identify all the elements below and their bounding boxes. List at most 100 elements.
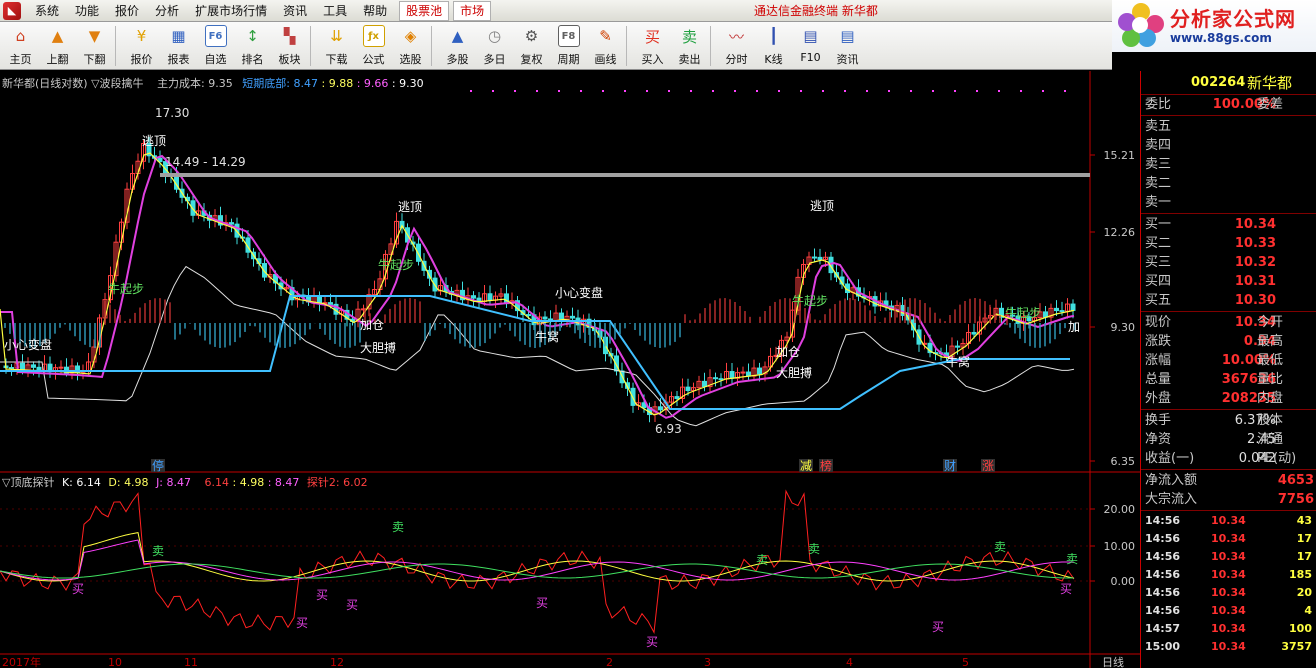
signal-dot	[668, 90, 670, 92]
volume-bar	[289, 323, 291, 347]
toolbar-buy-button[interactable]: 买买入	[634, 22, 671, 68]
rank-icon: ↕	[246, 27, 259, 45]
stat-label-right: 量比	[1257, 372, 1284, 387]
volume-bar	[809, 313, 811, 323]
toolbar-rank-button[interactable]: ↕ 排名	[234, 22, 271, 68]
toolbar-f6-button[interactable]: F6 自选	[197, 22, 234, 68]
tick-price: 10.34	[1211, 514, 1246, 527]
volume-bar	[734, 301, 736, 323]
volume-bar	[164, 299, 166, 323]
stat-row: 涨跌 0.94 最高	[1141, 332, 1316, 351]
f10-icon: ▤	[803, 27, 818, 45]
toolbar-separator	[626, 26, 632, 66]
menu-tab-0[interactable]: 股票池	[399, 0, 450, 21]
buy-signal: 买	[932, 620, 944, 634]
toolbar-adjust-button[interactable]: ⚙ 复权	[513, 22, 550, 68]
candle-body	[526, 314, 531, 317]
candles	[3, 136, 1076, 423]
toolbar-f8-button[interactable]: F8 周期	[550, 22, 587, 68]
toolbar-news-button[interactable]: ▤ 资讯	[829, 22, 866, 68]
probe-value: 探针2: 6.02	[306, 476, 368, 489]
tick-volume: 17	[1296, 550, 1312, 563]
d-repeat: 4.98	[239, 476, 265, 489]
toolbar-multi-day-button[interactable]: ◷ 多日	[476, 22, 513, 68]
menu-item-2[interactable]: 报价	[107, 0, 147, 22]
candle-body	[729, 371, 735, 379]
high-price-label: 17.30	[155, 106, 189, 120]
tick-time: 14:56	[1145, 532, 1181, 545]
tick-volume: 43	[1296, 514, 1312, 527]
candle-body	[812, 256, 817, 259]
toolbar-formula-button[interactable]: ƒx 公式	[355, 22, 392, 68]
buy-label: 买四	[1145, 274, 1172, 289]
volume-bar	[259, 323, 261, 333]
menu-item-6[interactable]: 工具	[315, 0, 355, 22]
f6-icon: F6	[204, 25, 227, 47]
menu-item-1[interactable]: 功能	[67, 0, 107, 22]
menu-tab-1[interactable]: 市场	[453, 0, 492, 21]
volume-bar	[779, 299, 781, 323]
volume-bar	[584, 323, 586, 343]
toolbar-draw-line-button[interactable]: ✎ 画线	[587, 22, 624, 68]
event-label: 榜	[820, 458, 832, 473]
toolbar-label: 板块	[278, 53, 301, 66]
menu-item-7[interactable]: 帮助	[355, 0, 395, 22]
volume-bar	[449, 323, 451, 335]
candle-body	[328, 302, 333, 305]
volume-bar	[269, 323, 271, 343]
tick-price: 10.34	[1211, 622, 1246, 635]
toolbar-select-stock-button[interactable]: ◈ 选股	[392, 22, 429, 68]
toolbar-download-button[interactable]: ⇊ 下载	[318, 22, 355, 68]
toolbar-separator	[310, 26, 316, 66]
signal-label: 牛起步	[1005, 305, 1041, 320]
menu-item-5[interactable]: 资讯	[275, 0, 315, 22]
volume-bar	[454, 323, 456, 340]
volume-bar	[959, 304, 961, 323]
menu-item-4[interactable]: 扩展市场行情	[187, 0, 275, 22]
volume-bar	[934, 312, 936, 323]
volume-bar	[274, 323, 276, 346]
sector-icon: ▚	[283, 27, 296, 45]
tick-time: 14:56	[1145, 586, 1181, 599]
volume-bar	[499, 323, 501, 328]
toolbar-home-button[interactable]: ⌂ 主页	[2, 22, 39, 68]
sell-label: 卖二	[1145, 176, 1172, 191]
tick-row: 14:57 10.34 100	[1141, 620, 1316, 638]
volume-bar	[824, 314, 826, 323]
tick-price: 10.34	[1211, 568, 1246, 581]
toolbar-arrow-down-button[interactable]: ▼ 下翻	[76, 22, 113, 68]
sell-signal: 卖	[152, 544, 164, 558]
toolbar-separator	[431, 26, 437, 66]
toolbar-f10-button[interactable]: ▤ F10	[792, 22, 829, 68]
toolbar-multi-stock-button[interactable]: ▲ 多股	[439, 22, 476, 68]
stat2-label-right: 流通	[1257, 432, 1284, 447]
signal-dot	[1064, 90, 1066, 92]
toolbar-sector-button[interactable]: ▚ 板块	[271, 22, 308, 68]
tick-list[interactable]: 14:56 10.34 43 14:56 10.34 17 14:56 10.34 17 14:5…	[1141, 512, 1316, 656]
stock-title: 新华都(日线对数)	[2, 77, 88, 90]
kline-chart[interactable]: 15.21 12.26 9.30 6.35 20.00 10.00 0.00 2017年 10 1…	[0, 71, 1140, 668]
osc-axis-label: 10.00	[1104, 540, 1136, 553]
toolbar-report-button[interactable]: ▦ 报表	[160, 22, 197, 68]
volume-bar	[854, 299, 856, 323]
chart-area[interactable]: 15.21 12.26 9.30 6.35 20.00 10.00 0.00 2017年 10 1…	[0, 71, 1140, 668]
date-label: 12	[330, 656, 344, 668]
volume-bar	[849, 298, 851, 323]
bottom-value-3: 9.66	[363, 77, 389, 90]
menu-item-3[interactable]: 分析	[147, 0, 187, 22]
volume-bar	[659, 323, 661, 348]
toolbar-label: 多日	[483, 53, 506, 66]
volume-bar	[384, 314, 386, 323]
toolbar-price-button[interactable]: ¥ 报价	[123, 22, 160, 68]
home-icon: ⌂	[15, 27, 26, 45]
toolbar-kline-button[interactable]: ┃ K线	[755, 22, 792, 68]
volume-bar	[49, 323, 51, 339]
toolbar-intraday-button[interactable]: 〰分时	[718, 22, 755, 68]
toolbar-sell-button[interactable]: 卖卖出	[671, 22, 708, 68]
volume-bar	[634, 323, 636, 331]
menu-item-0[interactable]: 系统	[27, 0, 67, 22]
toolbar-arrow-up-button[interactable]: ▲ 上翻	[39, 22, 76, 68]
signal-dot	[646, 90, 648, 92]
volume-bar	[844, 298, 846, 323]
volume-bar	[329, 323, 331, 340]
